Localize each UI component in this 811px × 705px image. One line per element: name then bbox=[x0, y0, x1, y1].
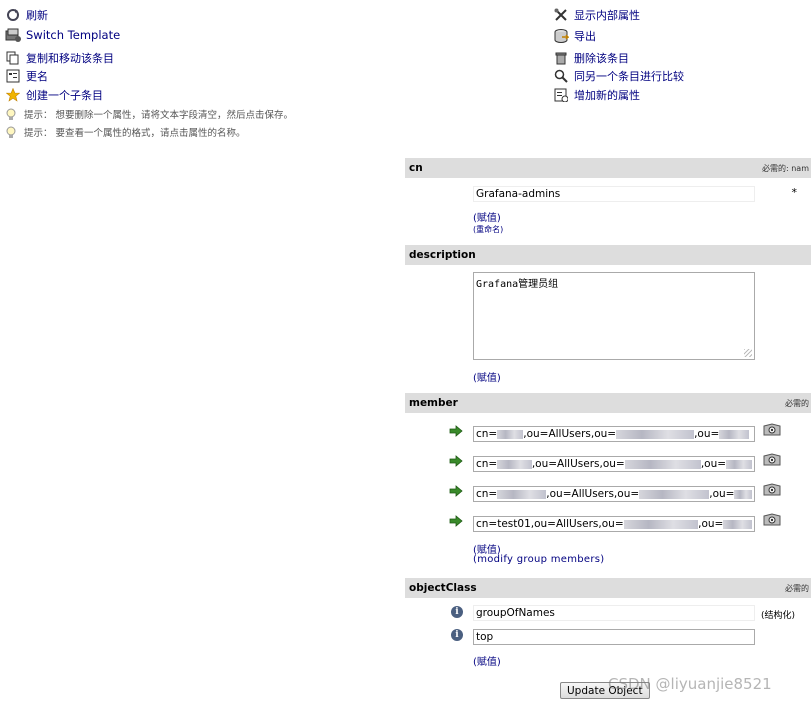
objectclass-add-value-link[interactable]: (赋值) bbox=[473, 653, 501, 668]
rename-icon bbox=[4, 68, 22, 84]
required-label: 必需的 bbox=[785, 398, 809, 408]
star-icon bbox=[4, 87, 22, 103]
cn-rename-link[interactable]: (重命名) bbox=[473, 224, 503, 235]
hint-format: 提示： 要查看一个属性的格式，请点击属性的名称。 bbox=[4, 124, 246, 140]
attr-name-cn[interactable]: cn bbox=[409, 162, 423, 174]
template-icon bbox=[4, 27, 22, 43]
attr-header-description: description bbox=[405, 245, 811, 265]
required-label: 必需的 bbox=[785, 583, 809, 593]
rename-link[interactable]: 更名 bbox=[4, 67, 48, 85]
export-icon bbox=[552, 28, 570, 44]
lightbulb-icon bbox=[4, 126, 18, 139]
show-internal-link[interactable]: 显示内部属性 bbox=[552, 6, 640, 24]
attr-name-description[interactable]: description bbox=[409, 249, 476, 261]
view-entry-icon[interactable] bbox=[763, 483, 781, 497]
delete-entry-link[interactable]: 删除该条目 bbox=[552, 49, 629, 67]
view-entry-icon[interactable] bbox=[763, 453, 781, 467]
attr-name-objectclass[interactable]: objectClass bbox=[409, 582, 477, 594]
attr-header-cn: cn 必需的: nam bbox=[405, 158, 811, 178]
tools-icon bbox=[552, 7, 570, 23]
objectclass-value-1: groupOfNames bbox=[473, 605, 755, 621]
member-field-2[interactable]: cn= ,ou=AllUsers,ou= ,ou= bbox=[473, 456, 755, 472]
info-icon[interactable]: i bbox=[451, 629, 463, 641]
redacted bbox=[497, 429, 524, 439]
copy-move-link[interactable]: 复制和移动该条目 bbox=[4, 49, 114, 67]
redacted bbox=[623, 519, 699, 529]
create-child-link[interactable]: 创建一个子条目 bbox=[4, 86, 103, 104]
description-add-value-link[interactable]: (赋值) bbox=[473, 369, 501, 384]
go-arrow-icon[interactable] bbox=[449, 485, 463, 497]
export-link[interactable]: 导出 bbox=[552, 27, 596, 45]
attr-header-member: member 必需的 bbox=[405, 393, 811, 413]
redacted bbox=[726, 459, 752, 469]
switch-template-link[interactable]: Switch Template bbox=[4, 26, 120, 44]
view-entry-icon[interactable] bbox=[763, 513, 781, 527]
compare-link[interactable]: 同另一个条目进行比较 bbox=[552, 67, 684, 85]
copy-icon bbox=[4, 50, 22, 66]
hint-delete: 提示： 想要删除一个属性，请将文本字段清空，然后点击保存。 bbox=[4, 106, 293, 122]
lightbulb-icon bbox=[4, 108, 18, 121]
attr-header-objectclass: objectClass 必需的 bbox=[405, 578, 811, 598]
info-icon[interactable]: i bbox=[451, 606, 463, 618]
attr-name-member[interactable]: member bbox=[409, 397, 458, 409]
objectclass-field-2[interactable]: top bbox=[473, 629, 755, 645]
refresh-link[interactable]: 刷新 bbox=[4, 6, 48, 24]
redacted bbox=[639, 489, 710, 499]
cn-value-field[interactable]: Grafana-admins bbox=[473, 186, 755, 202]
trash-icon bbox=[552, 50, 570, 66]
cn-add-value-link[interactable]: (赋值) bbox=[473, 209, 501, 224]
watermark: CSDN @liyuanjie8521 bbox=[608, 675, 772, 693]
structural-label: (结构化) bbox=[761, 611, 796, 621]
go-arrow-icon[interactable] bbox=[449, 455, 463, 467]
redacted bbox=[497, 459, 532, 469]
member-field-1[interactable]: cn= ,ou=AllUsers,ou= ,ou= bbox=[473, 426, 755, 442]
required-star: * bbox=[791, 186, 798, 199]
add-attribute-link[interactable]: 增加新的属性 bbox=[552, 86, 640, 104]
resize-handle[interactable] bbox=[744, 349, 752, 357]
view-entry-icon[interactable] bbox=[763, 423, 781, 437]
redacted bbox=[723, 519, 752, 529]
modify-group-members-link[interactable]: (modify group members) bbox=[473, 554, 605, 565]
magnifier-icon bbox=[552, 68, 570, 84]
description-textarea[interactable]: Grafana管理员组 bbox=[473, 272, 755, 360]
go-arrow-icon[interactable] bbox=[449, 515, 463, 527]
add-attribute-icon bbox=[552, 87, 570, 103]
redacted bbox=[734, 489, 752, 499]
refresh-icon bbox=[4, 7, 22, 23]
redacted bbox=[719, 429, 750, 439]
redacted bbox=[497, 489, 547, 499]
member-field-3[interactable]: cn= ,ou=AllUsers,ou= ,ou= bbox=[473, 486, 755, 502]
required-label: 必需的: nam bbox=[761, 163, 809, 173]
redacted bbox=[624, 459, 701, 469]
redacted bbox=[616, 429, 695, 439]
member-field-4[interactable]: cn=test01 ,ou=AllUsers,ou= ,ou= bbox=[473, 516, 755, 532]
go-arrow-icon[interactable] bbox=[449, 425, 463, 437]
